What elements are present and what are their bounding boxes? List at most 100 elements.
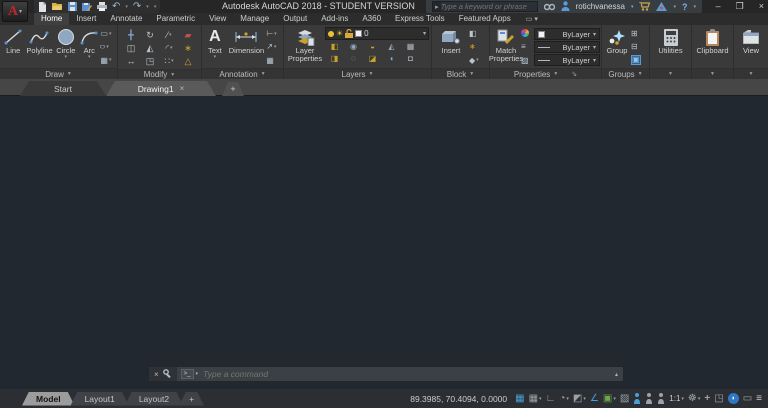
line-button[interactable]: Line (1, 26, 25, 68)
new-layout-button[interactable]: + (179, 392, 204, 406)
group-button[interactable]: Group (603, 26, 631, 68)
layer-thaw-sun-icon[interactable]: ☀ (336, 30, 343, 38)
open-file-button[interactable] (52, 2, 63, 11)
circle-button[interactable]: Circle ▾ (54, 26, 78, 68)
tab-a360[interactable]: A360 (355, 13, 388, 25)
explode-button[interactable]: ∗ (179, 41, 198, 54)
layer-unisolate-button[interactable]: ◌ (344, 53, 363, 65)
scale-button[interactable]: ◳ (141, 54, 160, 67)
define-attributes-button[interactable]: ∗ (469, 42, 485, 51)
trim-button[interactable]: ⁄▾ (160, 28, 179, 41)
lineweight-list-icon[interactable]: ≡ (521, 42, 534, 51)
fillet-button[interactable]: ◜▾ (160, 41, 179, 54)
minimize-button[interactable]: – (716, 0, 721, 13)
ungroup-button[interactable]: ⊟ (631, 42, 647, 51)
user-dropdown-icon[interactable]: ▾ (631, 4, 634, 10)
ribbon-display-toggle[interactable]: ▭ ▾ (526, 13, 538, 25)
layer-on-button[interactable]: ◨ (325, 53, 344, 65)
command-history-arrow-icon[interactable]: ▴ (615, 371, 623, 378)
color-wheel-icon[interactable] (521, 29, 534, 37)
layout2-tab[interactable]: Layout2 (125, 392, 183, 406)
dialog-launcher-icon[interactable]: ⇘ (571, 70, 577, 78)
mirror-button[interactable]: ◭ (141, 41, 160, 54)
arc-button[interactable]: Arc ▾ (78, 26, 100, 68)
search-toggle-icon[interactable]: ▸ (433, 2, 441, 11)
layout1-tab[interactable]: Layout1 (71, 392, 129, 406)
ortho-toggle[interactable]: ∟ (546, 393, 556, 404)
tab-express-tools[interactable]: Express Tools (388, 13, 452, 25)
tab-home[interactable]: Home (34, 13, 69, 25)
dimension-button[interactable]: Dimension (227, 26, 267, 68)
panel-label-properties[interactable]: Properties▼⇘ (490, 68, 601, 79)
array-button[interactable]: ∷▾ (160, 54, 179, 67)
isodraft-toggle[interactable]: ◩▾ (573, 393, 586, 404)
layer-unlock-icon[interactable] (345, 25, 353, 43)
a360-dropdown-icon[interactable]: ▾ (673, 4, 676, 10)
undo-button[interactable]: ↶ (112, 2, 120, 12)
layer-on-bulb-icon[interactable] (328, 31, 334, 37)
chevron-down-icon[interactable]: ▾ (423, 30, 426, 37)
erase-button[interactable]: ▰ (179, 28, 198, 41)
layer-select-dropdown[interactable]: ☀ 0 ▾ (325, 27, 429, 40)
redo-dropdown-icon[interactable]: ▾ (146, 4, 149, 10)
transparency-toggle[interactable]: ▨ (620, 393, 629, 404)
ellipse-button[interactable]: ○▾ (100, 42, 116, 51)
save-button[interactable] (68, 2, 77, 11)
text-button[interactable]: A Text ▾ (203, 26, 227, 68)
panel-label-clipboard[interactable]: ▼ (692, 68, 733, 79)
file-tab-start[interactable]: Start (20, 81, 106, 96)
annotation-monitor-toggle[interactable]: + (704, 393, 710, 404)
layer-match-button[interactable]: ▦ (401, 41, 420, 53)
close-tab-icon[interactable]: × (180, 84, 185, 93)
utilities-button[interactable]: Utilities (651, 26, 690, 68)
drawing-area[interactable] (0, 96, 768, 389)
customize-status-bar-button[interactable]: ≡ (756, 393, 762, 404)
layer-color-swatch[interactable] (355, 30, 362, 37)
object-color-dropdown[interactable]: ByLayer ▾ (534, 28, 600, 40)
layer-lock-button[interactable]: ◭ (382, 41, 401, 53)
panel-label-block[interactable]: Block▼ (432, 68, 489, 79)
group-selection-toggle[interactable]: ▣ (631, 55, 647, 65)
clipboard-button[interactable]: Clipboard (693, 26, 732, 68)
new-drawing-tab-button[interactable]: + (222, 82, 244, 96)
lineweight-dropdown[interactable]: ByLayer ▾ (534, 41, 600, 53)
layer-walk-button[interactable]: ◘ (401, 53, 420, 65)
redo-button[interactable]: ↷ (133, 2, 141, 12)
panel-label-layers[interactable]: Layers▼ (284, 68, 431, 79)
undo-dropdown-icon[interactable]: ▾ (125, 4, 128, 10)
layer-isolate-button[interactable]: ◉ (344, 41, 363, 53)
file-tab-drawing1[interactable]: Drawing1 × (106, 81, 216, 96)
tab-add-ins[interactable]: Add-ins (314, 13, 355, 25)
command-input[interactable] (203, 369, 615, 379)
panel-label-modify[interactable]: Modify▼ (118, 69, 201, 79)
copy-button[interactable]: ◫ (122, 41, 141, 54)
tab-output[interactable]: Output (276, 13, 314, 25)
polyline-button[interactable]: Polyline (25, 26, 53, 68)
object-snap-toggle[interactable]: ▣▾ (603, 393, 616, 404)
match-properties-button[interactable]: Match Properties (491, 26, 521, 68)
multileader-button[interactable]: ⊢▾ (266, 29, 282, 38)
customize-wrench-icon[interactable] (163, 365, 172, 383)
view-button[interactable]: View (735, 26, 767, 68)
insert-button[interactable]: Insert (433, 26, 469, 68)
model-tab[interactable]: Model (22, 392, 75, 406)
close-command-bar-icon[interactable]: × (154, 370, 159, 379)
rectangle-button[interactable]: ▭▾ (100, 29, 116, 38)
group-edit-button[interactable]: ⊞ (631, 29, 647, 38)
panel-label-draw[interactable]: Draw▼ (0, 68, 117, 79)
annotation-scale-button[interactable]: 1:1▾ (669, 394, 684, 403)
annotation-scale-person-toggle[interactable] (657, 393, 665, 404)
help-dropdown-icon[interactable]: ▾ (693, 4, 696, 10)
application-menu-button[interactable]: A ▾ (2, 1, 28, 22)
tab-view[interactable]: View (202, 13, 233, 25)
qat-customize-icon[interactable]: ▾ (154, 4, 157, 10)
tab-parametric[interactable]: Parametric (149, 13, 202, 25)
isolate-objects-button[interactable]: ◳ (714, 393, 723, 404)
tab-annotate[interactable]: Annotate (103, 13, 149, 25)
layer-properties-button[interactable]: Layer Properties (285, 26, 325, 68)
stretch-button[interactable]: ↔ (122, 54, 141, 67)
polar-tracking-toggle[interactable]: ◔▾ (559, 393, 569, 404)
tab-insert[interactable]: Insert (69, 13, 103, 25)
layer-unlock-button[interactable]: ◖ (382, 53, 401, 65)
rotate-button[interactable]: ↻ (141, 28, 160, 41)
